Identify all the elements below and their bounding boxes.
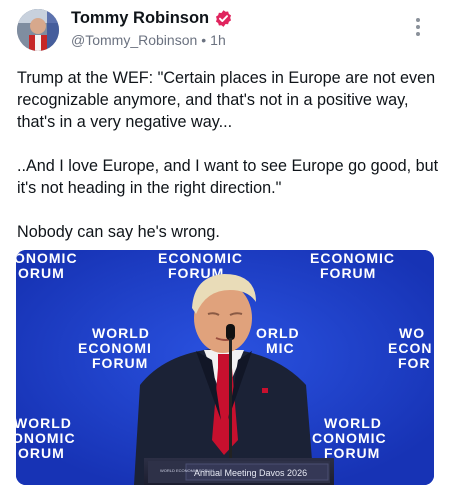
- backdrop-text: ONOMIC: [16, 430, 76, 446]
- podium-sign-text: Annual Meeting Davos 2026: [194, 468, 307, 478]
- avatar-image: [17, 9, 59, 51]
- backdrop-text: CONOMIC: [312, 430, 387, 446]
- backdrop-text: FORUM: [92, 355, 148, 371]
- backdrop-text: MIC: [266, 340, 295, 356]
- backdrop-text: ORUM: [18, 445, 65, 461]
- backdrop-text: FOR: [398, 355, 431, 371]
- post-body: Trump at the WEF: "Certain places in Eur…: [17, 69, 439, 241]
- backdrop-text: ECONOMI: [78, 340, 152, 356]
- verified-badge-icon: [216, 10, 232, 27]
- timestamp[interactable]: 1h: [210, 32, 226, 48]
- handle-row: @Tommy_Robinson • 1h: [71, 32, 226, 48]
- backdrop-text: WO: [399, 325, 425, 341]
- author-row: Tommy Robinson: [71, 9, 233, 28]
- backdrop-text: ORLD: [256, 325, 300, 341]
- author-handle[interactable]: @Tommy_Robinson: [71, 32, 197, 48]
- backdrop-text: ORUM: [18, 265, 65, 281]
- backdrop-text: WORLD: [92, 325, 150, 341]
- backdrop-text: WORLD: [324, 415, 382, 431]
- backdrop-text: ECON: [388, 340, 432, 356]
- post-image[interactable]: ONOMIC ORUM ECONOMIC FORUM ECONOMIC FORU…: [16, 250, 434, 485]
- author-name[interactable]: Tommy Robinson: [71, 9, 209, 28]
- separator-dot: •: [201, 32, 207, 48]
- podium: WORLD ECONOMIC FORUM Annual Meeting Davo…: [144, 458, 334, 485]
- backdrop-text: ECONOMIC: [310, 250, 395, 266]
- backdrop-text: ONOMIC: [16, 250, 78, 266]
- wef-stage-photo: ONOMIC ORUM ECONOMIC FORUM ECONOMIC FORU…: [16, 250, 434, 485]
- backdrop-text: FORUM: [320, 265, 376, 281]
- more-options-icon[interactable]: [414, 18, 422, 40]
- backdrop-text: ECONOMIC: [158, 250, 243, 266]
- backdrop-text: WORLD: [16, 415, 72, 431]
- avatar[interactable]: [17, 9, 59, 51]
